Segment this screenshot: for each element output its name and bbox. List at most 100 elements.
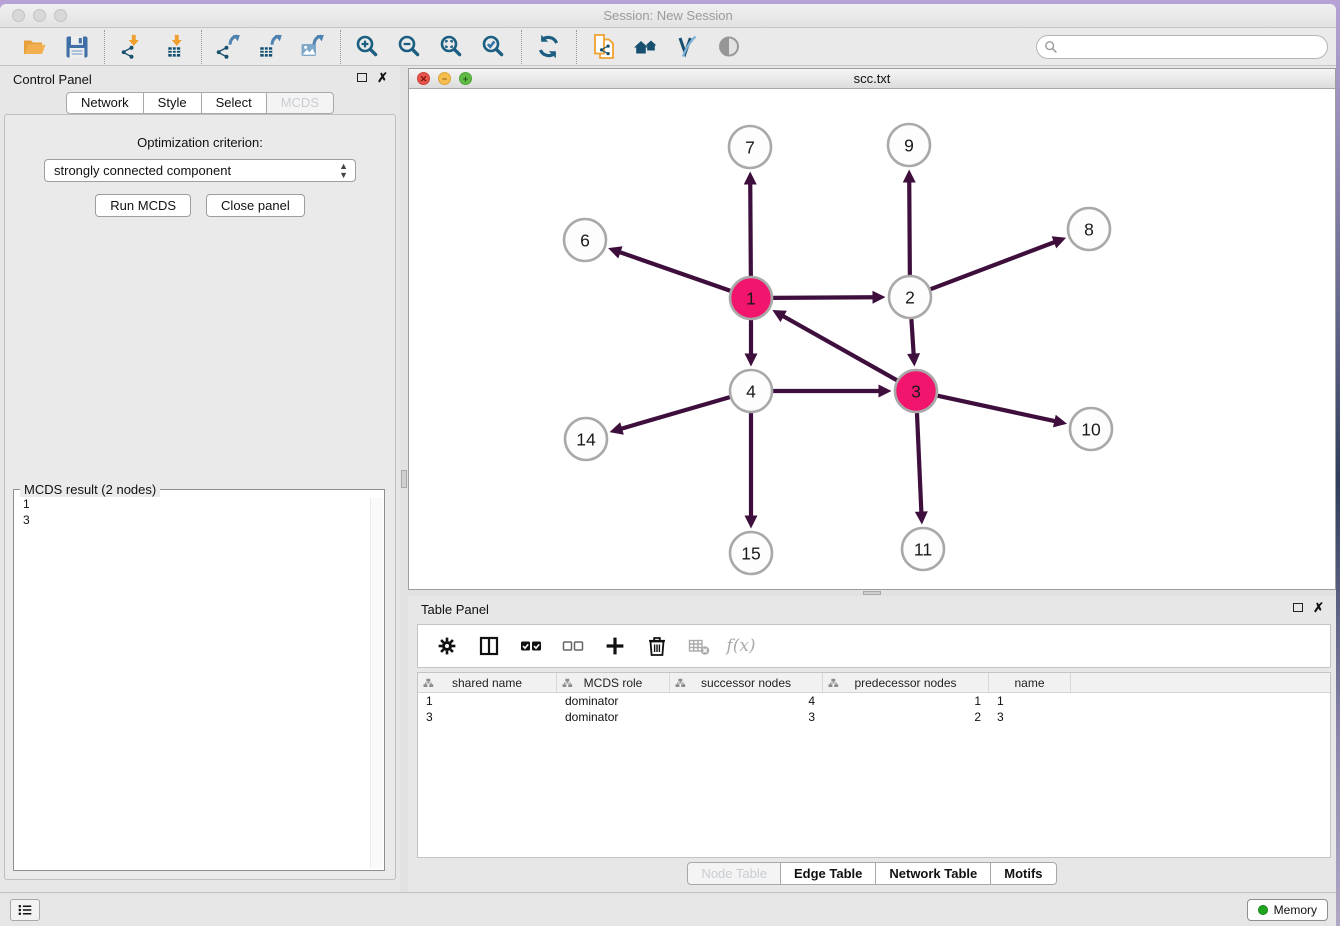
- result-scrollbar[interactable]: [370, 498, 383, 868]
- cell-shared-name[interactable]: 1: [418, 693, 557, 709]
- show-columns-button[interactable]: [476, 633, 502, 659]
- close-panel-icon[interactable]: ✗: [1313, 601, 1324, 614]
- memory-label: Memory: [1274, 903, 1317, 917]
- column-header-predecessor-nodes[interactable]: predecessor nodes: [823, 673, 989, 692]
- settings-button[interactable]: [434, 633, 460, 659]
- close-panel-button[interactable]: Close panel: [206, 194, 305, 217]
- close-window-button[interactable]: [12, 9, 25, 22]
- network-maximize-button[interactable]: +: [459, 72, 472, 85]
- network-minimize-button[interactable]: −: [438, 72, 451, 85]
- zoom-selected-button[interactable]: [479, 32, 509, 62]
- import-table-button[interactable]: [159, 32, 189, 62]
- save-button[interactable]: [62, 32, 92, 62]
- edge-arrowhead-icon: [608, 246, 622, 258]
- tab-select[interactable]: Select: [202, 92, 267, 114]
- add-row-button[interactable]: [602, 633, 628, 659]
- control-panel-tabs: NetworkStyleSelectMCDS: [0, 92, 400, 114]
- task-history-button[interactable]: [10, 899, 40, 921]
- home-button[interactable]: [631, 32, 661, 62]
- export-table-button[interactable]: [256, 32, 286, 62]
- edge-arrowhead-icon: [872, 291, 885, 304]
- splitter-grip[interactable]: [863, 591, 881, 595]
- memory-status-icon: [1258, 905, 1268, 915]
- mcds-result-list: 13: [14, 494, 368, 870]
- result-line: 1: [23, 496, 368, 512]
- edge-1-2[interactable]: [773, 297, 875, 298]
- search-input[interactable]: [1036, 35, 1328, 59]
- table-panel-title: Table Panel: [421, 602, 489, 617]
- zoom-fit-button[interactable]: [437, 32, 467, 62]
- splitter-grip[interactable]: [401, 470, 407, 488]
- tab-node-table[interactable]: Node Table: [687, 862, 781, 885]
- cell-successor-nodes[interactable]: 4: [670, 693, 823, 709]
- node-label-7: 7: [745, 137, 755, 157]
- tab-motifs[interactable]: Motifs: [991, 862, 1056, 885]
- edge-4-14[interactable]: [620, 397, 730, 429]
- network-canvas[interactable]: 1234678910111415: [409, 89, 1335, 589]
- cell-MCDS-role[interactable]: dominator: [557, 693, 670, 709]
- vertical-splitter[interactable]: [400, 66, 408, 892]
- node-label-1: 1: [746, 288, 756, 308]
- edge-1-7[interactable]: [750, 182, 751, 276]
- select-all-button[interactable]: [518, 633, 544, 659]
- tab-mcds[interactable]: MCDS: [267, 92, 334, 114]
- edge-arrowhead-icon: [610, 422, 624, 434]
- memory-button[interactable]: Memory: [1247, 899, 1328, 921]
- close-panel-icon[interactable]: ✗: [377, 71, 388, 84]
- tab-edge-table[interactable]: Edge Table: [781, 862, 876, 885]
- delete-row-icon: [646, 635, 668, 657]
- cell-MCDS-role[interactable]: dominator: [557, 709, 670, 725]
- edge-2-9[interactable]: [909, 180, 910, 275]
- edge-3-11[interactable]: [917, 413, 921, 514]
- table-row[interactable]: 1dominator411: [418, 693, 1330, 709]
- tab-style[interactable]: Style: [144, 92, 202, 114]
- maximize-window-button[interactable]: [54, 9, 67, 22]
- zoom-in-button[interactable]: [353, 32, 383, 62]
- run-mcds-button[interactable]: Run MCDS: [95, 194, 191, 217]
- edge-1-6[interactable]: [619, 252, 731, 291]
- open-folder-button[interactable]: [20, 32, 50, 62]
- criterion-dropdown[interactable]: strongly connected component ▲▼: [44, 159, 356, 182]
- column-header-successor-nodes[interactable]: successor nodes: [670, 673, 823, 692]
- delete-row-button[interactable]: [644, 633, 670, 659]
- tab-network-table[interactable]: Network Table: [876, 862, 991, 885]
- zoom-out-icon: [397, 34, 423, 60]
- vizmap-button[interactable]: [673, 32, 703, 62]
- network-file-button[interactable]: [589, 32, 619, 62]
- edge-3-10[interactable]: [937, 396, 1056, 422]
- mcds-tab-content: Optimization criterion: strongly connect…: [4, 114, 396, 880]
- mcds-result-box[interactable]: MCDS result (2 nodes) 13: [13, 489, 385, 871]
- edge-3-1[interactable]: [782, 315, 897, 380]
- cell-predecessor-nodes[interactable]: 2: [823, 709, 989, 725]
- save-icon: [64, 34, 90, 60]
- settings-icon: [436, 635, 458, 657]
- import-network-button[interactable]: [117, 32, 147, 62]
- float-panel-icon[interactable]: [357, 73, 367, 82]
- column-header-name[interactable]: name: [989, 673, 1071, 692]
- export-image-icon: [300, 34, 326, 60]
- eye-button[interactable]: [715, 32, 745, 62]
- cell-shared-name[interactable]: 3: [418, 709, 557, 725]
- title-bar: Session: New Session: [0, 4, 1336, 28]
- tab-network[interactable]: Network: [66, 92, 144, 114]
- table-row[interactable]: 3dominator323: [418, 709, 1330, 725]
- edge-2-8[interactable]: [931, 242, 1056, 290]
- cell-successor-nodes[interactable]: 3: [670, 709, 823, 725]
- column-header-MCDS-role[interactable]: MCDS role: [557, 673, 670, 692]
- export-image-button[interactable]: [298, 32, 328, 62]
- cell-name[interactable]: 3: [989, 709, 1071, 725]
- apply-layout-button[interactable]: [534, 32, 564, 62]
- float-panel-icon[interactable]: [1293, 603, 1303, 612]
- edge-2-3[interactable]: [911, 319, 913, 356]
- cell-name[interactable]: 1: [989, 693, 1071, 709]
- export-network-button[interactable]: [214, 32, 244, 62]
- deselect-all-button[interactable]: [560, 633, 586, 659]
- control-panel-header: Control Panel ✗: [0, 66, 400, 92]
- window-controls: [12, 9, 67, 22]
- cell-predecessor-nodes[interactable]: 1: [823, 693, 989, 709]
- session-title: Session: New Session: [0, 4, 1336, 28]
- column-header-shared-name[interactable]: shared name: [418, 673, 557, 692]
- zoom-out-button[interactable]: [395, 32, 425, 62]
- network-close-button[interactable]: ✕: [417, 72, 430, 85]
- minimize-window-button[interactable]: [33, 9, 46, 22]
